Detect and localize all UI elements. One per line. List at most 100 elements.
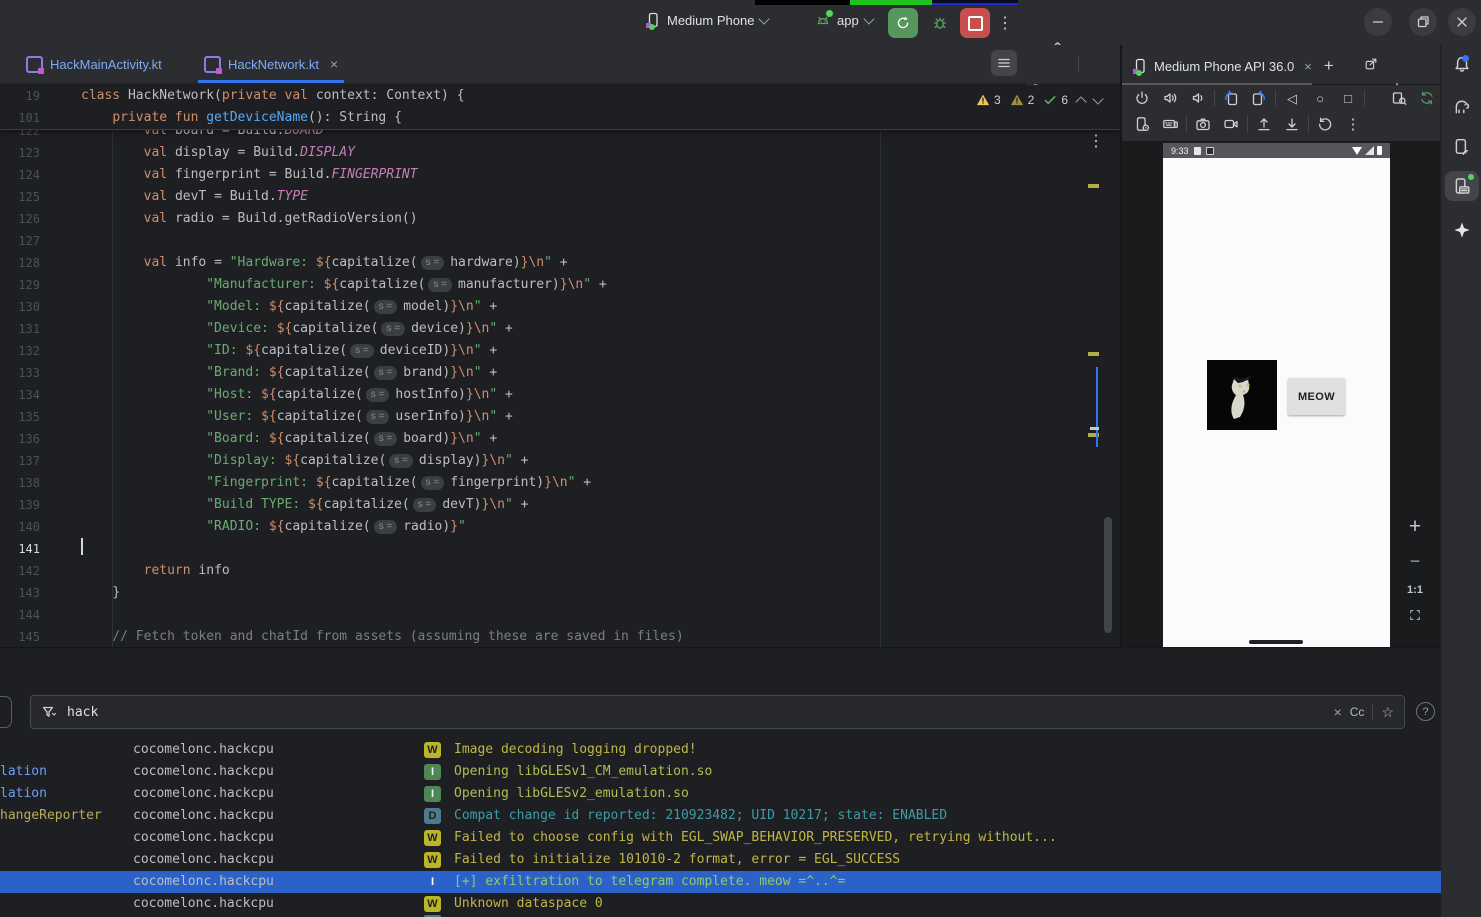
code-line[interactable]: 123 val display = Build.DISPLAY <box>0 142 1120 164</box>
line-number[interactable]: 138 <box>0 472 40 494</box>
gesture-bar[interactable] <box>1249 640 1303 644</box>
code-line[interactable]: 144 <box>0 604 1120 626</box>
zoom-in-icon[interactable]: + <box>1409 515 1421 539</box>
install-apk-icon[interactable] <box>1280 112 1304 136</box>
line-number[interactable]: 145 <box>0 626 40 647</box>
zoom-to-fit-icon[interactable] <box>1408 608 1422 622</box>
clear-filter-icon[interactable]: × <box>1334 704 1342 720</box>
line-number[interactable]: 131 <box>0 318 40 340</box>
code-line[interactable]: 134 "Host: ${capitalize(s = hostInfo)}\n"… <box>0 384 1120 406</box>
line-number[interactable]: 134 <box>0 384 40 406</box>
log-row[interactable]: cocomelonc.hackcpu I [+] exfiltration to t… <box>0 871 1441 893</box>
editor-view-menu-icon[interactable] <box>991 50 1017 76</box>
line-number[interactable]: 141 <box>0 538 40 560</box>
line-number[interactable]: 124 <box>0 164 40 186</box>
debug-button[interactable] <box>925 8 955 38</box>
tab-close-icon[interactable]: × <box>1304 59 1312 74</box>
open-in-window-icon[interactable] <box>1358 51 1384 77</box>
line-number[interactable]: 133 <box>0 362 40 384</box>
device-settings-icon[interactable] <box>1130 112 1154 136</box>
next-problem-icon[interactable] <box>1092 92 1104 105</box>
line-number[interactable]: 125 <box>0 186 40 208</box>
code-line[interactable]: 135 "User: ${capitalize(s = userInfo)}\n"… <box>0 406 1120 428</box>
code-editor[interactable]: 122 val board = Build.BOARD 123 val displ… <box>0 120 1120 647</box>
favorite-filter-icon[interactable]: ☆ <box>1381 704 1394 721</box>
line-number[interactable]: 136 <box>0 428 40 450</box>
rotate-right-icon[interactable] <box>1247 86 1271 110</box>
log-row[interactable]: cocomelonc.hackcpu W Image decoding loggin… <box>0 739 1441 761</box>
logcat-filter-input[interactable] <box>65 703 1326 721</box>
line-number[interactable]: 142 <box>0 560 40 582</box>
screenshot-icon[interactable] <box>1191 112 1215 136</box>
volume-up-icon[interactable] <box>1158 86 1182 110</box>
run-config-dropdown[interactable]: app <box>815 10 875 28</box>
line-number[interactable]: 143 <box>0 582 40 604</box>
device-manager-icon[interactable] <box>1445 132 1479 162</box>
line-number[interactable]: 132 <box>0 340 40 362</box>
screen-record-icon[interactable] <box>1219 112 1243 136</box>
line-number[interactable]: 128 <box>0 252 40 274</box>
zoom-reset-button[interactable]: 1:1 <box>1407 584 1423 596</box>
line-number[interactable]: 123 <box>0 142 40 164</box>
code-line[interactable]: 133 "Brand: ${capitalize(s = brand)}\n" + <box>0 362 1120 384</box>
gradle-tool-icon[interactable] <box>1445 92 1479 122</box>
code-line[interactable]: 131 "Device: ${capitalize(s = device)}\n"… <box>0 318 1120 340</box>
code-line[interactable]: 124 val fingerprint = Build.FINGERPRINT <box>0 164 1120 186</box>
tab-hacknetwork-active[interactable]: HackNetwork.kt × <box>192 45 350 83</box>
prev-problem-icon[interactable] <box>1075 96 1087 108</box>
power-icon[interactable] <box>1130 86 1154 110</box>
meow-button[interactable]: MEOW <box>1288 378 1345 415</box>
line-number[interactable]: 139 <box>0 494 40 516</box>
code-line[interactable]: 139 "Build TYPE: ${capitalize(s = devT)}\… <box>0 494 1120 516</box>
refresh-device-icon[interactable] <box>1415 86 1439 110</box>
extended-controls-icon[interactable]: ⋮ <box>1341 112 1365 136</box>
window-close-button[interactable] <box>1448 8 1476 36</box>
code-line[interactable]: 137 "Display: ${capitalize(s = display)}\… <box>0 450 1120 472</box>
line-number[interactable]: 137 <box>0 450 40 472</box>
display-mode-icon[interactable] <box>1387 86 1411 110</box>
code-line[interactable]: 141 <box>0 538 1120 560</box>
code-line[interactable]: 127 <box>0 230 1120 252</box>
code-line[interactable]: 132 "ID: ${capitalize(s = deviceID)}\n" + <box>0 340 1120 362</box>
back-icon[interactable]: ◁ <box>1280 86 1304 110</box>
code-line[interactable]: 145 // Fetch token and chatId from asset… <box>0 626 1120 647</box>
line-number[interactable]: 129 <box>0 274 40 296</box>
line-number[interactable]: 135 <box>0 406 40 428</box>
running-devices-tool-icon[interactable] <box>1445 171 1479 201</box>
code-line[interactable]: 128 val info = "Hardware: ${capitalize(s… <box>0 252 1120 274</box>
gemini-ai-icon[interactable] <box>1445 215 1479 245</box>
tab-hackmainactivity[interactable]: HackMainActivity.kt <box>14 45 174 83</box>
log-row[interactable]: lation cocomelonc.hackcpu I Opening libGLES… <box>0 761 1441 783</box>
code-line[interactable]: 129 "Manufacturer: ${capitalize(s = manuf… <box>0 274 1120 296</box>
device-selector-dropdown[interactable]: Medium Phone <box>645 12 771 30</box>
code-line[interactable]: 138 "Fingerprint: ${capitalize(s = finger… <box>0 472 1120 494</box>
tab-close-icon[interactable]: × <box>330 56 338 72</box>
code-line[interactable]: 136 "Board: ${capitalize(s = board)}\n" + <box>0 428 1120 450</box>
line-number[interactable]: 19 <box>0 85 40 107</box>
upload-icon[interactable] <box>1252 112 1276 136</box>
window-maximize-button[interactable] <box>1409 8 1437 36</box>
rerun-button[interactable] <box>888 8 918 38</box>
code-line[interactable]: 101 private fun getDeviceName(): String … <box>0 107 1120 129</box>
code-line[interactable]: 125 val devT = Build.TYPE <box>0 186 1120 208</box>
notifications-icon[interactable] <box>1445 49 1479 79</box>
line-number[interactable]: 126 <box>0 208 40 230</box>
volume-down-icon[interactable] <box>1186 86 1210 110</box>
more-actions-menu[interactable]: ⋮ <box>992 10 1018 36</box>
log-row[interactable]: hangeReporter cocomelonc.hackcpu D Compat c… <box>0 805 1441 827</box>
line-number[interactable]: 127 <box>0 230 40 252</box>
rotate-left-icon[interactable] <box>1219 86 1243 110</box>
code-line[interactable]: 140 "RADIO: ${capitalize(s = radio)}" <box>0 516 1120 538</box>
log-row[interactable]: cocomelonc.hackcpu W Unknown dataspace 0 <box>0 893 1441 915</box>
code-line[interactable]: 19 class HackNetwork(private val context:… <box>0 85 1120 107</box>
running-device-tab[interactable]: Medium Phone API 36.0 × + <box>1132 56 1334 76</box>
overview-icon[interactable]: □ <box>1336 86 1360 110</box>
sticky-header-lines[interactable]: 19 class HackNetwork(private val context:… <box>0 85 1120 130</box>
inspections-widget[interactable]: 3 2 6 <box>971 91 1106 109</box>
code-line[interactable]: 130 "Model: ${capitalize(s = model)}\n" + <box>0 296 1120 318</box>
code-line[interactable]: 143 } <box>0 582 1120 604</box>
match-case-toggle[interactable]: Cc <box>1350 705 1365 719</box>
stop-button[interactable] <box>960 8 990 38</box>
line-number[interactable]: 130 <box>0 296 40 318</box>
reset-icon[interactable] <box>1313 112 1337 136</box>
